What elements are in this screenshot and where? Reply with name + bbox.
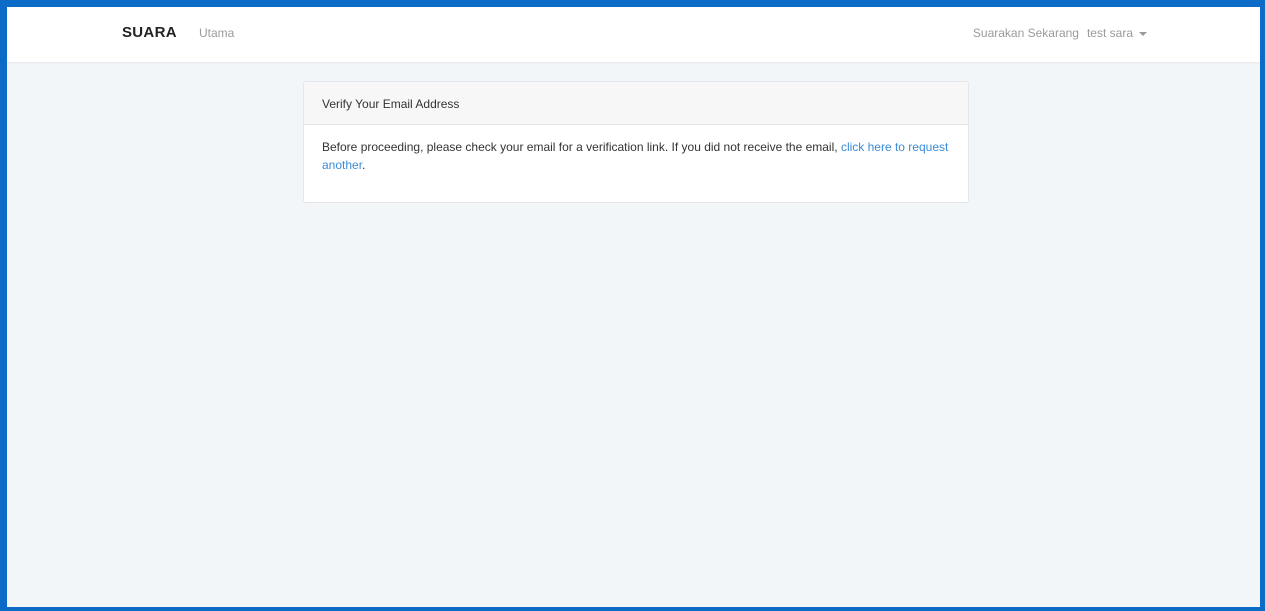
card-body: Before proceeding, please check your ema…: [304, 125, 968, 174]
user-menu-dropdown[interactable]: test sara: [1087, 26, 1147, 40]
card-body-trailing: .: [362, 158, 366, 172]
navbar-right: Suarakan Sekarang test sara: [973, 26, 1147, 40]
brand-link[interactable]: SUARA: [122, 24, 177, 41]
caret-down-icon: [1139, 31, 1147, 36]
nav-link-suarakan-sekarang[interactable]: Suarakan Sekarang: [973, 26, 1079, 40]
card-header: Verify Your Email Address: [304, 82, 968, 125]
verify-email-card: Verify Your Email Address Before proceed…: [303, 81, 969, 203]
nav-link-home[interactable]: Utama: [199, 26, 234, 40]
user-name-label: test sara: [1086, 26, 1133, 40]
app-window: SUARA Utama Suarakan Sekarang test sara …: [7, 7, 1260, 607]
card-body-text: Before proceeding, please check your ema…: [322, 140, 841, 154]
navbar: SUARA Utama Suarakan Sekarang test sara: [7, 7, 1260, 62]
